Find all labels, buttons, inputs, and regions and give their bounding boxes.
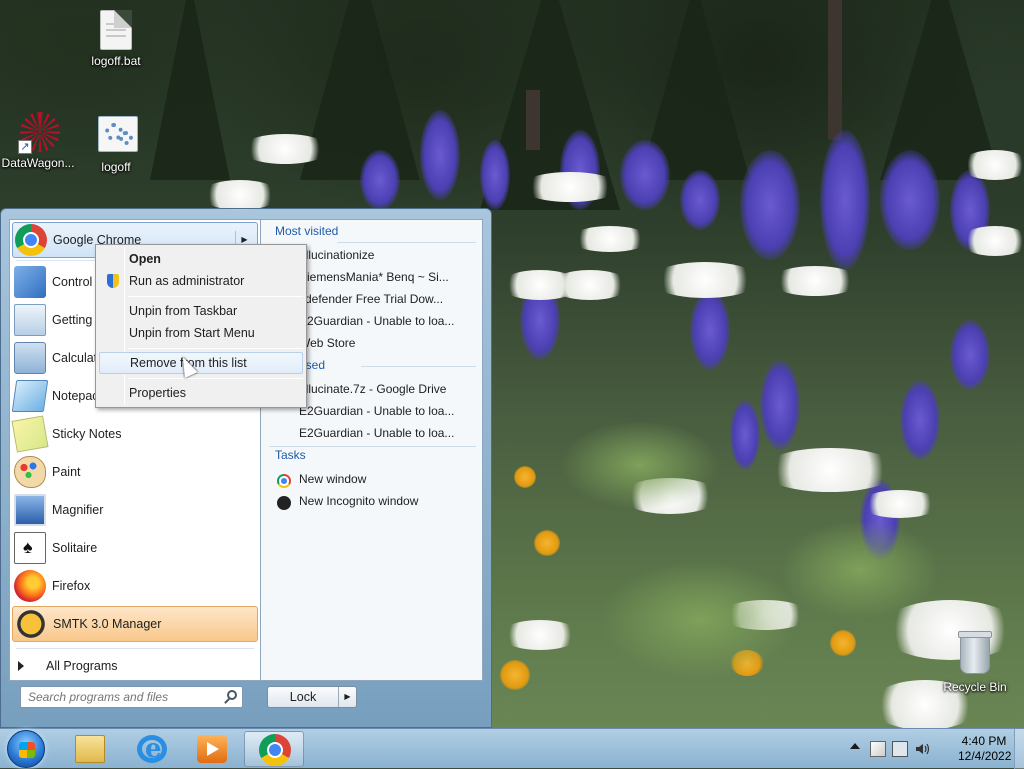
program-firefox[interactable]: Firefox xyxy=(12,568,258,604)
magnifier-icon xyxy=(14,494,46,526)
program-label: Getting xyxy=(52,313,93,327)
network-icon[interactable] xyxy=(892,741,908,757)
volume-icon[interactable] xyxy=(914,741,930,757)
jump-list-item[interactable]: itdefender Free Trial Dow... xyxy=(299,292,479,306)
program-solitaire[interactable]: Solitaire xyxy=(12,530,258,566)
uac-shield-icon xyxy=(107,274,119,288)
batch-file-icon xyxy=(100,10,132,50)
clock-date: 12/4/2022 xyxy=(958,749,1012,763)
clock[interactable]: 4:40 PM 12/4/2022 xyxy=(958,734,1012,764)
jump-list-heading-tasks: Tasks xyxy=(275,448,306,462)
all-programs-button[interactable]: All Programs xyxy=(18,656,118,676)
chrome-icon xyxy=(15,224,47,256)
notepad-icon xyxy=(11,380,49,412)
jump-list-item[interactable]: E2Guardian - Unable to loa... xyxy=(299,404,479,418)
start-button[interactable] xyxy=(7,730,45,768)
sticky-notes-icon xyxy=(11,415,49,453)
chrome-icon xyxy=(277,474,291,488)
jump-list-item[interactable]: E2Guardian - Unable to loa... xyxy=(299,426,479,440)
paint-icon xyxy=(14,456,46,488)
search-icon[interactable] xyxy=(227,690,237,700)
program-label: SMTK 3.0 Manager xyxy=(53,617,162,631)
menu-item-run-as-administrator[interactable]: Run as administrator xyxy=(99,270,303,292)
program-label: Calculat xyxy=(52,351,98,365)
context-menu: Open Run as administrator Unpin from Tas… xyxy=(95,244,307,408)
getting-started-icon xyxy=(14,304,46,336)
jump-list-item[interactable]: SiemensMania* Benq ~ Si... xyxy=(299,270,479,284)
show-desktop-button[interactable] xyxy=(1014,729,1024,769)
clock-time: 4:40 PM xyxy=(961,734,1007,748)
expand-arrow-icon xyxy=(18,661,24,671)
program-label: Solitaire xyxy=(52,541,98,555)
jump-list-item[interactable]: allucinate.7z - Google Drive xyxy=(299,382,479,396)
show-hidden-icons-icon[interactable] xyxy=(850,743,860,749)
jump-list-item[interactable]: Web Store xyxy=(299,336,479,350)
datawagon-icon: ↗ xyxy=(18,112,60,154)
program-sticky-notes[interactable]: Sticky Notes xyxy=(11,415,258,453)
lock-button[interactable]: Lock ▶ xyxy=(267,686,357,708)
desktop-icon-recycle-bin[interactable]: Recycle Bin xyxy=(942,631,1008,694)
menu-item-label: Run as administrator xyxy=(129,274,245,288)
menu-item-unpin-from-start-menu[interactable]: Unpin from Start Menu xyxy=(99,322,303,344)
program-paint[interactable]: Paint xyxy=(12,454,258,490)
incognito-icon xyxy=(277,496,291,510)
menu-item-unpin-from-taskbar[interactable]: Unpin from Taskbar xyxy=(99,300,303,322)
settings-file-icon xyxy=(98,116,138,152)
jump-list-item[interactable]: allucinationize xyxy=(299,248,479,262)
taskbar-internet-explorer[interactable] xyxy=(122,731,182,767)
smtk-icon xyxy=(15,608,47,640)
control-panel-icon xyxy=(14,266,46,298)
start-search-box[interactable] xyxy=(20,686,243,708)
solitaire-icon xyxy=(14,532,46,564)
menu-item-properties[interactable]: Properties xyxy=(99,382,303,404)
desktop-icon-label: Recycle Bin xyxy=(943,680,1007,694)
action-center-flag-icon[interactable] xyxy=(870,741,886,757)
taskbar-file-explorer[interactable] xyxy=(60,731,120,767)
system-tray: 4:40 PM 12/4/2022 xyxy=(834,729,1024,769)
desktop-icon-logoff[interactable]: logoff xyxy=(78,116,154,174)
desktop-icon-logoff-bat[interactable]: logoff.bat xyxy=(78,10,154,68)
program-smtk-manager[interactable]: SMTK 3.0 Manager xyxy=(12,606,258,642)
taskbar-media-player[interactable] xyxy=(182,731,242,767)
desktop-icon-label: DataWagon... xyxy=(1,156,75,170)
program-label: Paint xyxy=(52,465,81,479)
shutdown-options-arrow-icon[interactable]: ▶ xyxy=(338,687,356,707)
jump-list-heading-most-visited: Most visited xyxy=(275,224,339,238)
internet-explorer-icon xyxy=(137,734,167,764)
program-magnifier[interactable]: Magnifier xyxy=(12,492,258,528)
calculator-icon xyxy=(14,342,46,374)
desktop-icon-label: logoff.bat xyxy=(91,54,141,68)
program-label: Sticky Notes xyxy=(52,427,122,441)
search-input[interactable] xyxy=(21,687,211,707)
desktop-icon-label: logoff xyxy=(101,160,131,174)
media-player-icon xyxy=(197,735,227,763)
all-programs-label: All Programs xyxy=(46,659,118,673)
firefox-icon xyxy=(14,570,46,602)
recycle-bin-icon xyxy=(958,631,992,674)
chrome-icon xyxy=(259,734,291,766)
program-label: Control xyxy=(52,275,93,289)
task-new-window[interactable]: New window xyxy=(299,472,479,486)
lock-label[interactable]: Lock xyxy=(268,687,338,707)
jump-list-item[interactable]: E2Guardian - Unable to loa... xyxy=(299,314,479,328)
taskbar-google-chrome[interactable] xyxy=(244,731,304,767)
task-new-incognito-window[interactable]: New Incognito window xyxy=(299,494,479,508)
shortcut-arrow-icon: ↗ xyxy=(18,140,32,154)
file-explorer-icon xyxy=(75,735,105,763)
desktop-icon-datawagon[interactable]: ↗ DataWagon... xyxy=(0,112,76,170)
program-label: Notepac xyxy=(52,389,99,403)
taskbar: 4:40 PM 12/4/2022 xyxy=(0,728,1024,769)
program-label: Magnifier xyxy=(52,503,104,517)
program-label: Firefox xyxy=(52,579,91,593)
menu-item-remove-from-list[interactable]: Remove from this list xyxy=(99,352,303,374)
menu-item-open[interactable]: Open xyxy=(99,248,303,270)
